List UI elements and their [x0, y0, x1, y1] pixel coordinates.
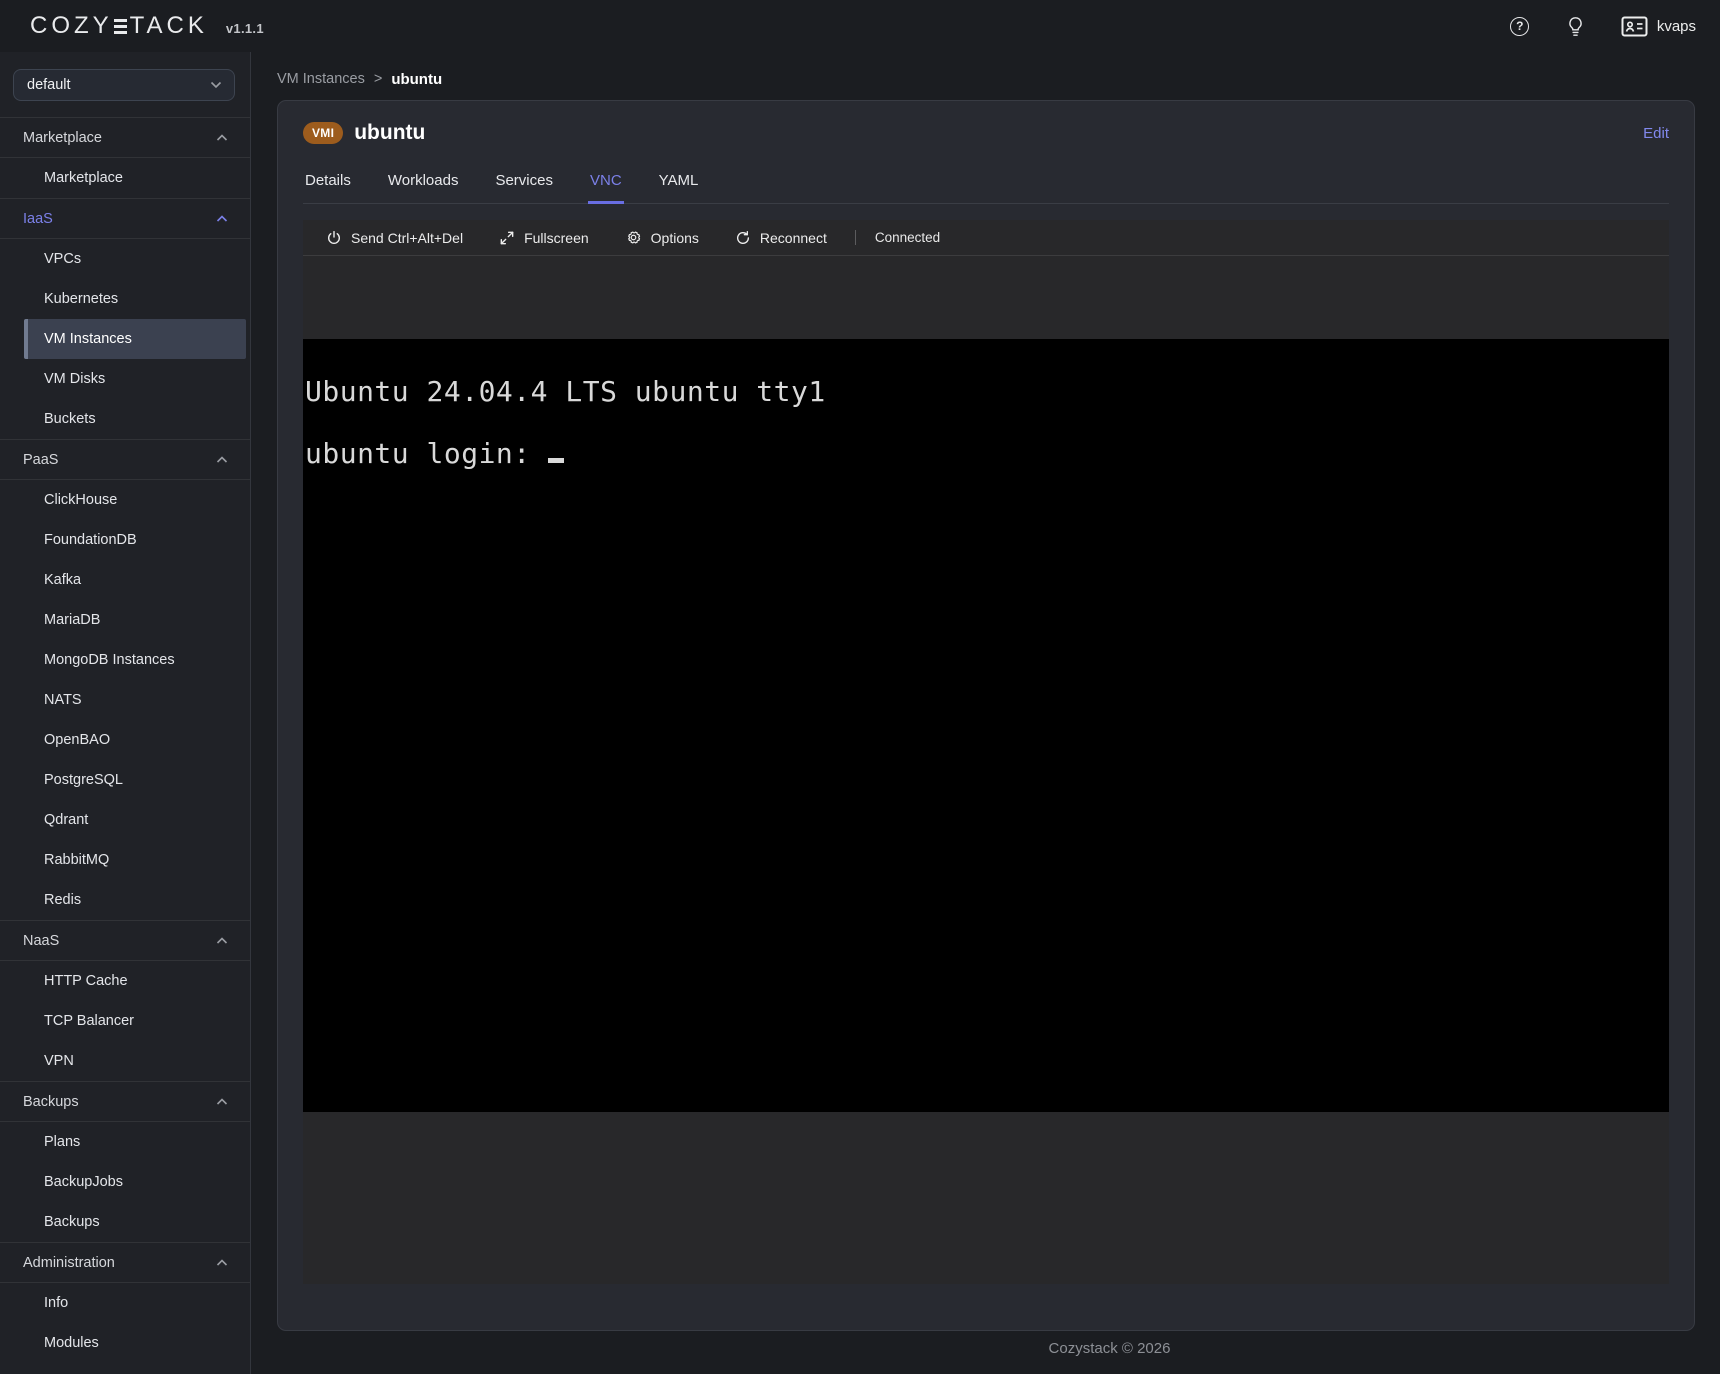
edit-button[interactable]: Edit — [1643, 125, 1669, 142]
vnc-toolbar: Send Ctrl+Alt+Del Fullscreen — [303, 220, 1669, 256]
sidebar-item-kafka[interactable]: Kafka — [0, 560, 250, 600]
sidebar-group-backups[interactable]: Backups — [0, 1081, 250, 1122]
chevron-up-icon — [216, 456, 228, 464]
logo-text: COZYTACK — [30, 12, 208, 40]
sidebar-item-tcp-balancer[interactable]: TCP Balancer — [0, 1001, 250, 1041]
reload-icon — [735, 230, 751, 246]
sidebar-group-marketplace[interactable]: Marketplace — [0, 117, 250, 158]
logo[interactable]: COZYTACK v1.1.1 — [30, 12, 264, 40]
options-button[interactable]: Options — [625, 229, 699, 246]
vnc-screen-area: Ubuntu 24.04.4 LTS ubuntu tty1 ubuntu lo… — [303, 339, 1669, 1284]
sidebar: default Marketplace Marketplace IaaS VPC… — [0, 52, 251, 1374]
username: kvaps — [1657, 18, 1696, 35]
app-version: v1.1.1 — [226, 21, 264, 36]
console-line-1: Ubuntu 24.04.4 LTS ubuntu tty1 — [305, 376, 1669, 407]
sidebar-item-buckets[interactable]: Buckets — [0, 399, 250, 439]
sidebar-item-vm-instances[interactable]: VM Instances — [24, 319, 246, 359]
tab-vnc[interactable]: VNC — [588, 172, 624, 204]
connection-status: Connected — [875, 230, 940, 245]
tab-services[interactable]: Services — [493, 172, 555, 204]
sidebar-item-nats[interactable]: NATS — [0, 680, 250, 720]
card-header: VMI ubuntu Edit — [303, 121, 1669, 145]
breadcrumb-vm-instances[interactable]: VM Instances — [277, 71, 365, 87]
project-select[interactable]: default — [13, 69, 235, 101]
console-login-prompt: ubuntu login: — [305, 438, 1669, 469]
sidebar-item-plans[interactable]: Plans — [0, 1122, 250, 1162]
main-content: VM Instances > ubuntu VMI ubuntu Edit De… — [251, 52, 1720, 1374]
send-ctrl-alt-del-button[interactable]: Send Ctrl+Alt+Del — [326, 230, 463, 246]
topbar: COZYTACK v1.1.1 ? — [0, 0, 1720, 52]
sidebar-item-marketplace[interactable]: Marketplace — [0, 158, 250, 198]
user-card-icon — [1621, 16, 1648, 37]
tab-bar: Details Workloads Services VNC YAML — [303, 172, 1669, 204]
chevron-down-icon — [210, 81, 222, 89]
fullscreen-button[interactable]: Fullscreen — [499, 230, 589, 246]
sidebar-item-kubernetes[interactable]: Kubernetes — [0, 279, 250, 319]
vmi-badge: VMI — [303, 122, 343, 144]
sidebar-item-backups[interactable]: Backups — [0, 1202, 250, 1242]
sidebar-item-redis[interactable]: Redis — [0, 880, 250, 920]
sidebar-item-openbao[interactable]: OpenBAO — [0, 720, 250, 760]
gear-icon — [625, 229, 642, 246]
sidebar-item-rabbitmq[interactable]: RabbitMQ — [0, 840, 250, 880]
footer-copyright: Cozystack © 2026 — [375, 1331, 1720, 1357]
sidebar-nav: Marketplace Marketplace IaaS VPCs Kubern… — [0, 117, 250, 1363]
fullscreen-icon — [499, 230, 515, 246]
vnc-panel: Send Ctrl+Alt+Del Fullscreen — [303, 220, 1669, 1284]
page-title: ubuntu — [354, 121, 425, 145]
chevron-up-icon — [216, 134, 228, 142]
help-circle-icon: ? — [1510, 17, 1529, 36]
topbar-actions: ? kvaps — [1509, 15, 1696, 37]
sidebar-item-http-cache[interactable]: HTTP Cache — [0, 961, 250, 1001]
chevron-up-icon — [216, 937, 228, 945]
sidebar-item-mariadb[interactable]: MariaDB — [0, 600, 250, 640]
sidebar-item-mongodb-instances[interactable]: MongoDB Instances — [0, 640, 250, 680]
sidebar-item-clickhouse[interactable]: ClickHouse — [0, 480, 250, 520]
theme-toggle-button[interactable] — [1565, 15, 1587, 37]
tab-yaml[interactable]: YAML — [657, 172, 701, 204]
sidebar-item-qdrant[interactable]: Qdrant — [0, 800, 250, 840]
vnc-console[interactable]: Ubuntu 24.04.4 LTS ubuntu tty1 ubuntu lo… — [303, 339, 1669, 1112]
help-button[interactable]: ? — [1509, 15, 1531, 37]
sidebar-group-iaas[interactable]: IaaS — [0, 198, 250, 239]
sidebar-item-modules[interactable]: Modules — [0, 1323, 250, 1363]
sidebar-item-vm-disks[interactable]: VM Disks — [0, 359, 250, 399]
app-root: COZYTACK v1.1.1 ? — [0, 0, 1720, 1374]
sidebar-item-vpn[interactable]: VPN — [0, 1041, 250, 1081]
sidebar-item-postgresql[interactable]: PostgreSQL — [0, 760, 250, 800]
sidebar-item-vpcs[interactable]: VPCs — [0, 239, 250, 279]
toolbar-divider — [855, 230, 856, 245]
project-select-value: default — [27, 77, 71, 93]
sidebar-group-administration[interactable]: Administration — [0, 1242, 250, 1283]
chevron-up-icon — [216, 1259, 228, 1267]
chevron-up-icon — [216, 1098, 228, 1106]
sidebar-item-foundationdb[interactable]: FoundationDB — [0, 520, 250, 560]
sidebar-item-backupjobs[interactable]: BackupJobs — [0, 1162, 250, 1202]
reconnect-button[interactable]: Reconnect — [735, 230, 827, 246]
lightbulb-icon — [1566, 16, 1585, 37]
breadcrumb: VM Instances > ubuntu — [277, 65, 1720, 93]
breadcrumb-separator: > — [374, 71, 382, 87]
vm-detail-card: VMI ubuntu Edit Details Workloads Servic… — [277, 100, 1695, 1331]
chevron-up-icon — [216, 215, 228, 223]
terminal-cursor — [548, 458, 564, 463]
power-icon — [326, 230, 342, 246]
tab-workloads[interactable]: Workloads — [386, 172, 461, 204]
sidebar-item-info[interactable]: Info — [0, 1283, 250, 1323]
logo-xi-glyph — [114, 19, 127, 34]
breadcrumb-current: ubuntu — [391, 71, 442, 88]
sidebar-group-naas[interactable]: NaaS — [0, 920, 250, 961]
user-menu[interactable]: kvaps — [1621, 16, 1696, 37]
sidebar-group-paas[interactable]: PaaS — [0, 439, 250, 480]
tab-details[interactable]: Details — [303, 172, 353, 204]
